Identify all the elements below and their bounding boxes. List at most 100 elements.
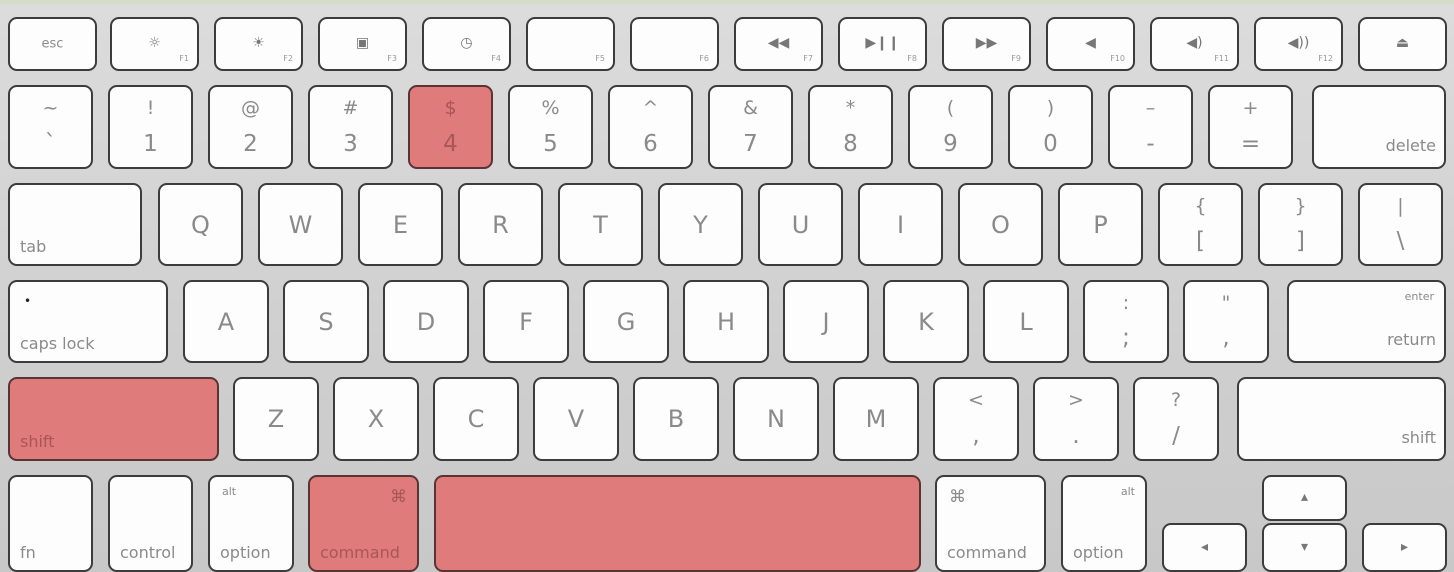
key-shift[interactable]: shift <box>8 377 219 461</box>
key-caps-lock[interactable]: • caps lock <box>8 280 168 363</box>
key-label: 9 <box>943 131 958 157</box>
key-a[interactable]: A <box>183 280 269 363</box>
key-4[interactable]: $4 <box>408 85 493 169</box>
key-label: shift <box>20 432 55 451</box>
key-arrow-left-icon[interactable]: ◂ <box>1162 523 1247 572</box>
key-i[interactable]: I <box>858 183 943 266</box>
key-shift-label: $ <box>444 97 457 119</box>
key-2[interactable]: @2 <box>208 85 293 169</box>
key-shift[interactable]: shift <box>1237 377 1446 461</box>
key-e[interactable]: E <box>358 183 443 266</box>
key-9[interactable]: (9 <box>908 85 993 169</box>
key-label: / <box>1172 423 1180 449</box>
key-y[interactable]: Y <box>658 183 743 266</box>
key-label: P <box>1093 210 1108 239</box>
key-3[interactable]: #3 <box>308 85 393 169</box>
key--[interactable]: }] <box>1258 183 1343 266</box>
key-label: option <box>1073 543 1124 562</box>
key-f10[interactable]: ◀ F10 <box>1046 17 1135 71</box>
key-d[interactable]: D <box>383 280 469 363</box>
key-shift-label: ( <box>946 97 955 119</box>
key-f3[interactable]: ▣ F3 <box>318 17 407 71</box>
key-return[interactable]: return enter <box>1287 280 1446 363</box>
key-space[interactable] <box>434 475 921 572</box>
key-h[interactable]: H <box>683 280 769 363</box>
key-label: option <box>220 543 271 562</box>
key-shift-label: ) <box>1046 97 1055 119</box>
fast-forward-icon: ▶▶ <box>975 35 998 52</box>
function-key-label: F9 <box>1011 54 1021 63</box>
key-0[interactable]: ) 0 <box>1008 85 1093 169</box>
key-f11[interactable]: ◀) F11 <box>1150 17 1239 71</box>
key-f6[interactable]: F6 <box>630 17 719 71</box>
key-q[interactable]: Q <box>158 183 243 266</box>
key-f8[interactable]: ▶❙❙ F8 <box>838 17 927 71</box>
key--[interactable]: ~ ` <box>8 85 93 169</box>
key-b[interactable]: B <box>633 377 719 461</box>
key-arrow-right-icon[interactable]: ▸ <box>1362 523 1447 572</box>
key-z[interactable]: Z <box>233 377 319 461</box>
key-m[interactable]: M <box>833 377 919 461</box>
key-g[interactable]: G <box>583 280 669 363</box>
key-command[interactable]: command ⌘ <box>308 475 419 572</box>
key-v[interactable]: V <box>533 377 619 461</box>
key-n[interactable]: N <box>733 377 819 461</box>
key-eject-icon[interactable]: ⏏ <box>1358 17 1447 71</box>
key-option[interactable]: option alt <box>1061 475 1147 572</box>
key-label: J <box>822 307 830 336</box>
caps-lock-indicator: • <box>24 294 32 308</box>
key-command[interactable]: command ⌘ <box>935 475 1046 572</box>
key-option[interactable]: option alt <box>208 475 294 572</box>
key-f[interactable]: F <box>483 280 569 363</box>
key-label: S <box>318 307 334 336</box>
key-c[interactable]: C <box>433 377 519 461</box>
key-delete[interactable]: delete <box>1312 85 1446 169</box>
key-tab[interactable]: tab <box>8 183 142 266</box>
key-t[interactable]: T <box>558 183 643 266</box>
key-o[interactable]: O <box>958 183 1043 266</box>
key-f9[interactable]: ▶▶ F9 <box>942 17 1031 71</box>
key--[interactable]: :; <box>1083 280 1169 363</box>
key-arrow-down-icon[interactable]: ▾ <box>1262 523 1347 572</box>
key-u[interactable]: U <box>758 183 843 266</box>
key-l[interactable]: L <box>983 280 1069 363</box>
key-j[interactable]: J <box>783 280 869 363</box>
key-f4[interactable]: ◷ F4 <box>422 17 511 71</box>
key-6[interactable]: ^ 6 <box>608 85 693 169</box>
key-shift-label: – <box>1145 97 1156 119</box>
key-f7[interactable]: ◀◀ F7 <box>734 17 823 71</box>
key-7[interactable]: & 7 <box>708 85 793 169</box>
key--[interactable]: – - <box>1108 85 1193 169</box>
key-w[interactable]: W <box>258 183 343 266</box>
key-5[interactable]: % 5 <box>508 85 593 169</box>
key-8[interactable]: * 8 <box>808 85 893 169</box>
key-f5[interactable]: F5 <box>526 17 615 71</box>
key--[interactable]: + = <box>1208 85 1293 169</box>
key--[interactable]: ? / <box>1133 377 1219 461</box>
key-s[interactable]: S <box>283 280 369 363</box>
key-arrow-up-icon[interactable]: ▴ <box>1262 475 1347 521</box>
function-key-label: F3 <box>387 54 397 63</box>
volume-down-icon: ◀) <box>1186 35 1203 52</box>
key-shift-label: ! <box>146 97 155 119</box>
key-esc[interactable]: esc <box>8 17 97 71</box>
key--[interactable]: >. <box>1033 377 1119 461</box>
key--[interactable]: <, <box>933 377 1019 461</box>
key-f1[interactable]: ☼ F1 <box>110 17 199 71</box>
key-shift-label: | <box>1397 195 1404 217</box>
key-control[interactable]: control <box>108 475 193 572</box>
key-f12[interactable]: ◀)) F12 <box>1254 17 1343 71</box>
key-label: 5 <box>543 131 558 157</box>
key-p[interactable]: P <box>1058 183 1143 266</box>
key-fn[interactable]: fn <box>8 475 93 572</box>
key-f2[interactable]: ☀ F2 <box>214 17 303 71</box>
key-label: . <box>1072 423 1080 449</box>
key--[interactable]: | \ <box>1358 183 1443 266</box>
key-r[interactable]: R <box>458 183 543 266</box>
key-k[interactable]: K <box>883 280 969 363</box>
key--[interactable]: {[ <box>1158 183 1243 266</box>
key--[interactable]: ", <box>1183 280 1269 363</box>
key-1[interactable]: ! 1 <box>108 85 193 169</box>
key-label: ` <box>44 131 57 157</box>
key-x[interactable]: X <box>333 377 419 461</box>
